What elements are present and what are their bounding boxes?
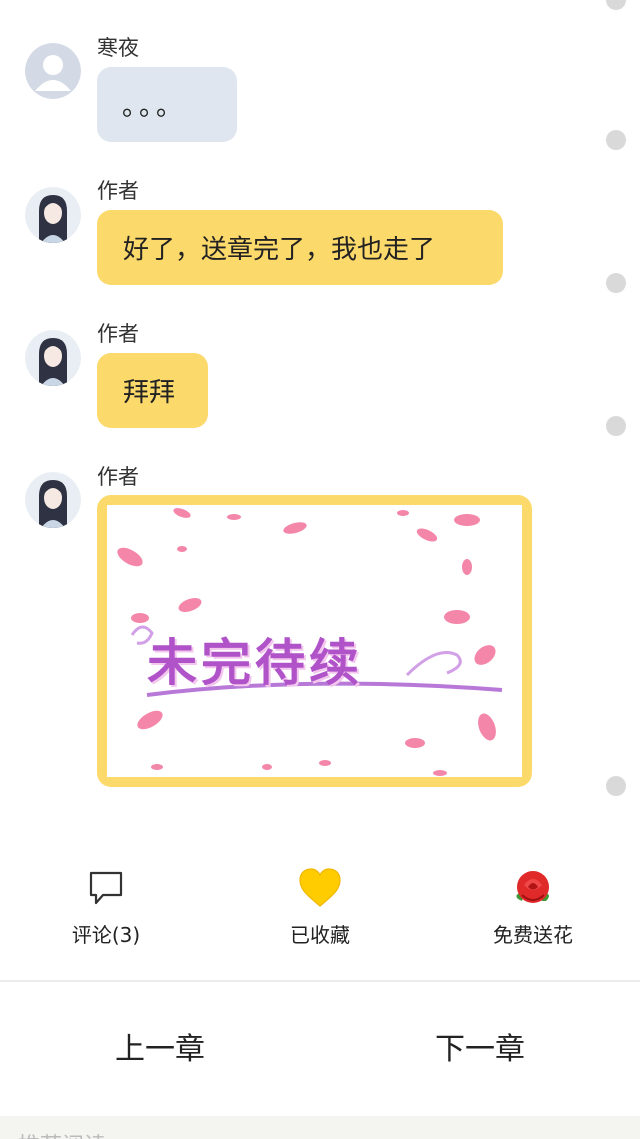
rose-icon bbox=[516, 871, 549, 903]
scroll-dot bbox=[606, 273, 626, 293]
scroll-dot bbox=[606, 0, 626, 10]
sender-name: 作者 bbox=[97, 465, 139, 489]
send-flower-button[interactable]: 免费送花 bbox=[463, 866, 603, 948]
favorite-label: 已收藏 bbox=[290, 923, 350, 947]
sender-name: 寒夜 bbox=[97, 36, 139, 60]
message-bubble[interactable]: 好了，送章完了，我也走了 bbox=[97, 210, 503, 285]
sender-name: 作者 bbox=[97, 322, 139, 346]
scroll-dot bbox=[606, 130, 626, 150]
comment-button[interactable]: 评论(3) bbox=[36, 866, 176, 948]
recommended-reading-header: 推荐阅读 bbox=[0, 1116, 640, 1139]
to-be-continued-image: 未完待续 bbox=[107, 505, 522, 777]
comment-icon bbox=[89, 871, 123, 905]
default-avatar-icon[interactable] bbox=[25, 43, 81, 99]
favorite-button[interactable]: 已收藏 bbox=[250, 866, 390, 948]
comment-label: 评论(3) bbox=[71, 923, 141, 947]
heart-icon bbox=[299, 868, 341, 907]
chat-thread: 寒夜 。。。 作者 好了，送章完了，我也走了 作者 拜拜 作者 未完待续 bbox=[0, 0, 640, 840]
author-avatar-icon[interactable] bbox=[25, 187, 81, 243]
message-text: 。。。 bbox=[122, 92, 187, 122]
author-avatar-icon[interactable] bbox=[25, 472, 81, 528]
message-text: 拜拜 bbox=[123, 378, 176, 408]
prev-chapter-button[interactable]: 上一章 bbox=[60, 1024, 260, 1068]
chapter-navigation: 上一章 下一章 bbox=[0, 982, 640, 1116]
sender-name: 作者 bbox=[97, 179, 139, 203]
message-bubble[interactable]: 拜拜 bbox=[97, 353, 208, 428]
image-caption: 未完待续 bbox=[147, 633, 363, 692]
author-avatar-icon[interactable] bbox=[25, 330, 81, 386]
action-bar: 评论(3) 已收藏 免费送花 bbox=[0, 840, 640, 980]
message-bubble[interactable]: 。。。 bbox=[97, 67, 237, 142]
image-message[interactable]: 未完待续 bbox=[97, 495, 532, 787]
scroll-dot bbox=[606, 776, 626, 796]
send-flower-label: 免费送花 bbox=[493, 923, 573, 947]
next-chapter-button[interactable]: 下一章 bbox=[380, 1024, 580, 1068]
recommended-reading-label: 推荐阅读 bbox=[18, 1128, 106, 1139]
message-text: 好了，送章完了，我也走了 bbox=[123, 235, 436, 265]
scroll-dot bbox=[606, 416, 626, 436]
